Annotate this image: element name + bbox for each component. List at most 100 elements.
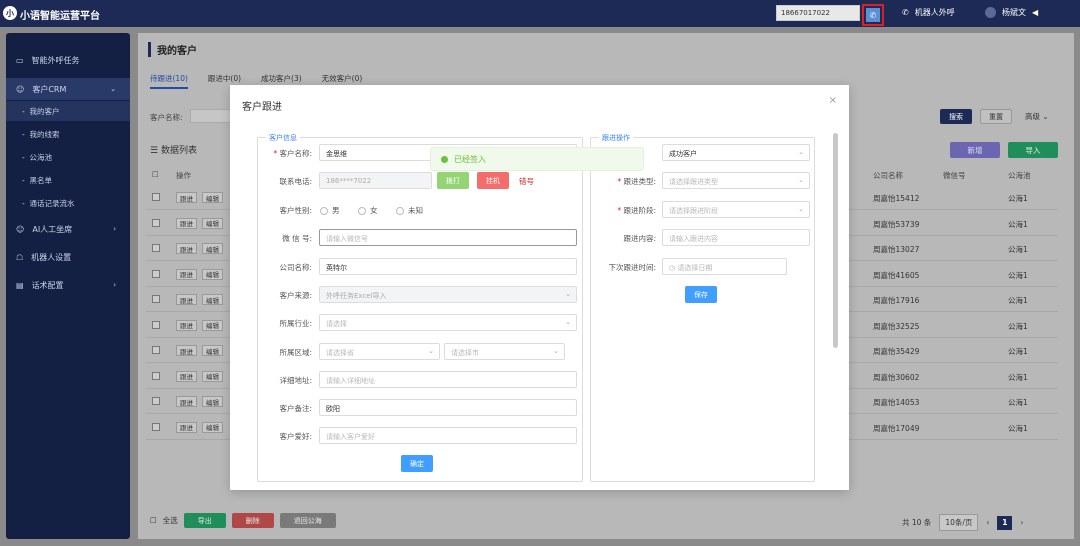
sidebar-subitem-blacklist[interactable]: - 黑名单 <box>6 170 130 190</box>
close-icon[interactable]: × <box>829 95 837 106</box>
return-pool-button[interactable]: 退回公海 <box>279 513 336 528</box>
row-checkbox[interactable] <box>152 218 160 227</box>
user-icon: ☺ <box>16 84 25 94</box>
check-circle-icon <box>441 155 448 163</box>
row-follow-button[interactable]: 跟进 <box>176 217 197 229</box>
row-checkbox[interactable] <box>152 346 160 354</box>
prev-page-icon[interactable]: ‹ <box>986 518 989 527</box>
row-follow-button[interactable]: 跟进 <box>176 319 197 331</box>
row-pool: 公海1 <box>1008 219 1028 229</box>
gender-female-radio[interactable]: 女 <box>358 205 378 216</box>
row-edit-button[interactable]: 编辑 <box>202 294 223 305</box>
row-edit-button[interactable]: 编辑 <box>202 345 223 356</box>
sidebar-item-robot-settings[interactable]: ☖ 机器人设置 <box>6 246 130 268</box>
row-follow-button[interactable]: 跟进 <box>176 396 197 407</box>
user-menu[interactable]: 杨斌文 ◀ <box>985 7 1038 18</box>
select-all-label: 全选 <box>162 516 178 525</box>
customer-status-select[interactable]: 成功客户 ⌄ <box>662 144 810 161</box>
wechat-input[interactable]: 请输入微信号 <box>319 229 577 246</box>
customer-name-filter[interactable] <box>190 109 232 123</box>
sidebar-subitem-my-customers[interactable]: - 我的客户 <box>6 101 130 121</box>
confirm-button[interactable]: 确定 <box>401 455 433 472</box>
reset-button[interactable]: 重置 <box>980 109 1012 124</box>
row-checkbox[interactable] <box>152 295 160 303</box>
header-checkbox[interactable]: ☐ <box>152 170 159 179</box>
import-button[interactable]: 导入 <box>1008 142 1058 158</box>
advanced-toggle[interactable]: 高级 ⌄ <box>1025 111 1049 122</box>
page-size-select[interactable]: 10条/页 <box>939 514 979 531</box>
row-pool: 公海1 <box>1008 321 1028 331</box>
company-input[interactable]: 英特尔 <box>319 258 577 275</box>
sidebar-item-script-config[interactable]: ▤ 话术配置 › <box>6 274 130 296</box>
new-button[interactable]: 新增 <box>950 142 1000 158</box>
name-label: * 客户名称: <box>273 149 312 158</box>
dial-button[interactable]: 拨打 <box>437 172 469 189</box>
address-input[interactable]: 请输入详细地址 <box>319 371 577 388</box>
export-button[interactable]: 导出 <box>183 513 226 528</box>
gender-unknown-radio[interactable]: 未知 <box>396 205 423 216</box>
row-edit-button[interactable]: 编辑 <box>202 268 223 280</box>
dialog-scrollbar[interactable] <box>833 133 838 348</box>
hangup-button[interactable]: 挂机 <box>477 172 509 189</box>
delete-button[interactable]: 删除 <box>231 513 274 528</box>
sidebar-subitem-label: 我的客户 <box>29 106 60 116</box>
sidebar-item-ai-agent[interactable]: ☺ AI人工坐席 › <box>6 218 130 240</box>
phone-number-field[interactable]: 18667017022 <box>776 5 860 21</box>
select-all-checkbox[interactable]: ☐ <box>150 516 157 525</box>
follow-content-input[interactable]: 请输入跟进内容 <box>662 229 810 246</box>
row-edit-button[interactable]: 编辑 <box>202 319 223 331</box>
row-checkbox[interactable] <box>152 320 160 329</box>
remark-input[interactable]: 欧阳 <box>319 399 577 416</box>
gender-male-radio[interactable]: 男 <box>320 205 340 216</box>
phone-label: 联系电话: <box>279 177 312 186</box>
sidebar-item-label: 话术配置 <box>31 280 64 290</box>
row-edit-button[interactable]: 编辑 <box>202 370 223 382</box>
list-title-text: 数据列表 <box>160 146 197 156</box>
total-count: 共 10 条 <box>902 518 932 527</box>
chevron-down-icon: ⌄ <box>798 205 804 213</box>
row-follow-button[interactable]: 跟进 <box>176 192 197 203</box>
chevron-down-icon: ⌄ <box>428 347 434 355</box>
col-action: 操作 <box>176 171 191 180</box>
row-checkbox[interactable] <box>152 422 160 431</box>
row-follow-button[interactable]: 跟进 <box>176 243 197 254</box>
row-edit-button[interactable]: 编辑 <box>202 421 223 433</box>
hobby-label: 客户爱好: <box>279 432 312 441</box>
row-follow-button[interactable]: 跟进 <box>176 421 197 433</box>
row-edit-button[interactable]: 编辑 <box>202 192 223 203</box>
sidebar-item-outbound-task[interactable]: ▭ 智能外呼任务 <box>6 49 130 71</box>
row-checkbox[interactable] <box>152 371 160 380</box>
next-time-picker[interactable]: ◷ 请选择日期 <box>662 258 787 275</box>
call-button[interactable]: ✆ <box>862 4 884 26</box>
sidebar-subitem-public-pool[interactable]: - 公海池 <box>6 147 130 167</box>
hobby-input[interactable]: 请输入客户爱好 <box>319 427 577 444</box>
page-1[interactable]: 1 <box>997 515 1013 530</box>
row-follow-button[interactable]: 跟进 <box>176 345 197 356</box>
robot-call-button[interactable]: ✆ 机器人外呼 <box>902 7 955 18</box>
sidebar-subitem-my-leads[interactable]: - 我的线索 <box>6 124 130 144</box>
row-follow-button[interactable]: 跟进 <box>176 294 197 305</box>
row-edit-button[interactable]: 编辑 <box>202 396 223 407</box>
row-edit-button[interactable]: 编辑 <box>202 217 223 229</box>
row-checkbox[interactable] <box>152 244 160 252</box>
next-page-icon[interactable]: › <box>1020 518 1023 527</box>
city-select[interactable]: 请选择市 ⌄ <box>444 343 565 360</box>
row-edit-button[interactable]: 编辑 <box>202 243 223 254</box>
province-select[interactable]: 请选择省 ⌄ <box>319 343 440 360</box>
row-follow-button[interactable]: 跟进 <box>176 268 197 280</box>
follow-content-label: 跟进内容: <box>623 234 656 243</box>
row-follow-button[interactable]: 跟进 <box>176 370 197 382</box>
save-button[interactable]: 保存 <box>685 286 717 303</box>
sidebar-item-crm[interactable]: ☺ 客户CRM ⌄ <box>6 78 130 100</box>
tab-pending[interactable]: 待跟进(10) <box>150 73 188 89</box>
wrong-number-link[interactable]: 错号 <box>519 176 534 187</box>
follow-type-select[interactable]: 请选择跟进类型 ⌄ <box>662 172 810 189</box>
row-checkbox[interactable] <box>152 269 160 278</box>
search-button[interactable]: 搜索 <box>940 109 972 124</box>
sidebar-subitem-call-records[interactable]: - 通话记录流水 <box>6 193 130 213</box>
row-checkbox[interactable] <box>152 397 160 405</box>
industry-select[interactable]: 请选择 ⌄ <box>319 314 577 331</box>
follow-stage-select[interactable]: 请选择跟进阶段 ⌄ <box>662 201 810 218</box>
row-checkbox[interactable] <box>152 193 160 201</box>
row-company: 周嘉怡13027 <box>873 245 920 254</box>
